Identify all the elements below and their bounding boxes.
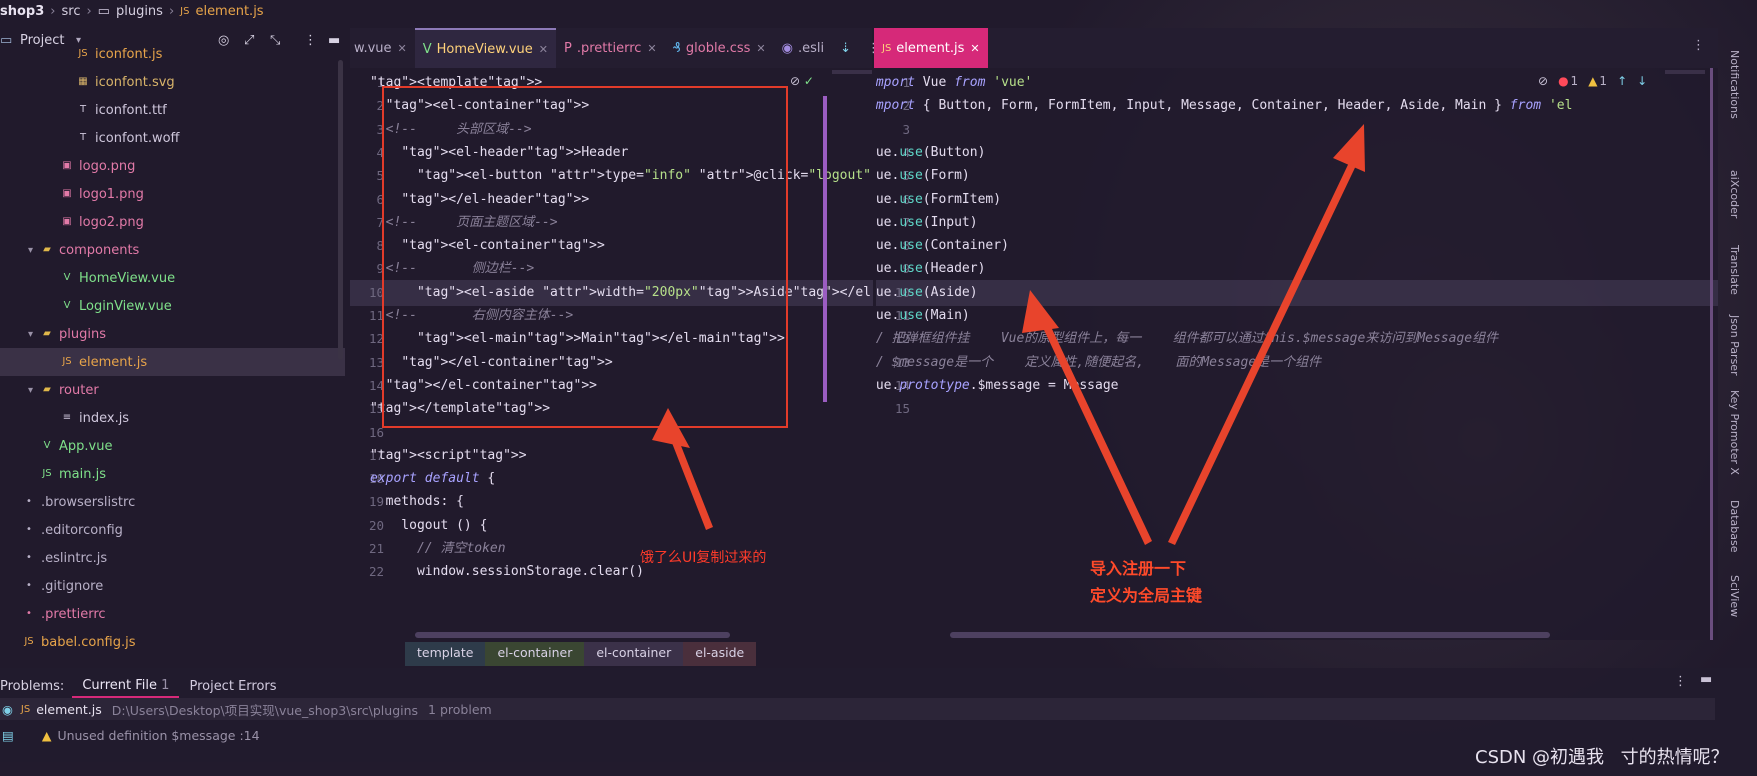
more-options-icon[interactable]: ⋮	[1674, 674, 1687, 689]
sidebar-tool-0[interactable]: Notifications	[1728, 50, 1741, 119]
arrow-mid-shaft	[1037, 312, 1152, 545]
code-crumb-el-container-2[interactable]: el-container	[584, 642, 684, 666]
hide-panel-icon[interactable]: ▬	[1700, 672, 1712, 687]
arrow-mid-head	[1022, 290, 1059, 333]
arrow-left-head	[652, 408, 690, 448]
right-hscroll[interactable]	[950, 632, 1550, 638]
arrow-right-head	[1333, 124, 1365, 172]
sidebar-tool-3[interactable]: Json Parser	[1728, 315, 1741, 376]
code-breadcrumb: template el-container el-container el-as…	[405, 642, 757, 666]
problem-file-row[interactable]: ◉ JS element.js D:\Users\Desktop\项目实现\vu…	[0, 698, 1715, 720]
sidebar-tool-6[interactable]: SciView	[1728, 575, 1741, 617]
problem-item-row[interactable]: ▤ ▲ Unused definition $message :14	[0, 724, 260, 746]
code-crumb-el-container[interactable]: el-container	[485, 642, 585, 666]
problem-file-path: D:\Users\Desktop\项目实现\vue_shop3\src\plug…	[111, 702, 419, 718]
list-icon[interactable]: ▤	[2, 728, 14, 743]
problem-file-name: element.js	[36, 701, 102, 717]
sidebar-tool-2[interactable]: Translate	[1728, 245, 1741, 295]
arrow-right-shaft	[1168, 150, 1362, 545]
code-crumb-template[interactable]: template	[405, 642, 486, 666]
tab-current-file[interactable]: Current File 1	[72, 675, 180, 698]
problem-count: 1 problem	[428, 701, 492, 717]
problem-item-text: Unused definition $message :14	[57, 727, 260, 743]
sidebar-tool-5[interactable]: Database	[1728, 500, 1741, 553]
sidebar-tool-1[interactable]: aiXcoder	[1728, 170, 1741, 218]
annotation-left-text: 饿了么UI复制过来的	[640, 550, 767, 566]
annotation-right-line1: 导入注册一下	[1090, 559, 1187, 578]
right-tool-sidebar: Notifications aiXcoder Translate Json Parse…	[1718, 30, 1757, 670]
sidebar-tool-4[interactable]: Key Promoter X	[1728, 390, 1741, 475]
problems-label: Problems:	[0, 678, 65, 694]
js-file-icon: JS	[20, 703, 31, 715]
watermark: CSDN @初遇我ㅤ寸的热情呢？	[1475, 747, 1729, 768]
annotation-right-line2: 定义为全局主键	[1090, 586, 1203, 605]
eye-icon[interactable]: ◉	[2, 702, 13, 717]
warning-icon: ▲	[41, 727, 52, 743]
left-hscroll[interactable]	[415, 632, 730, 638]
tab-project-errors[interactable]: Project Errors	[179, 676, 286, 697]
annotation-arrows	[652, 124, 1365, 545]
code-crumb-el-aside[interactable]: el-aside	[683, 642, 757, 666]
